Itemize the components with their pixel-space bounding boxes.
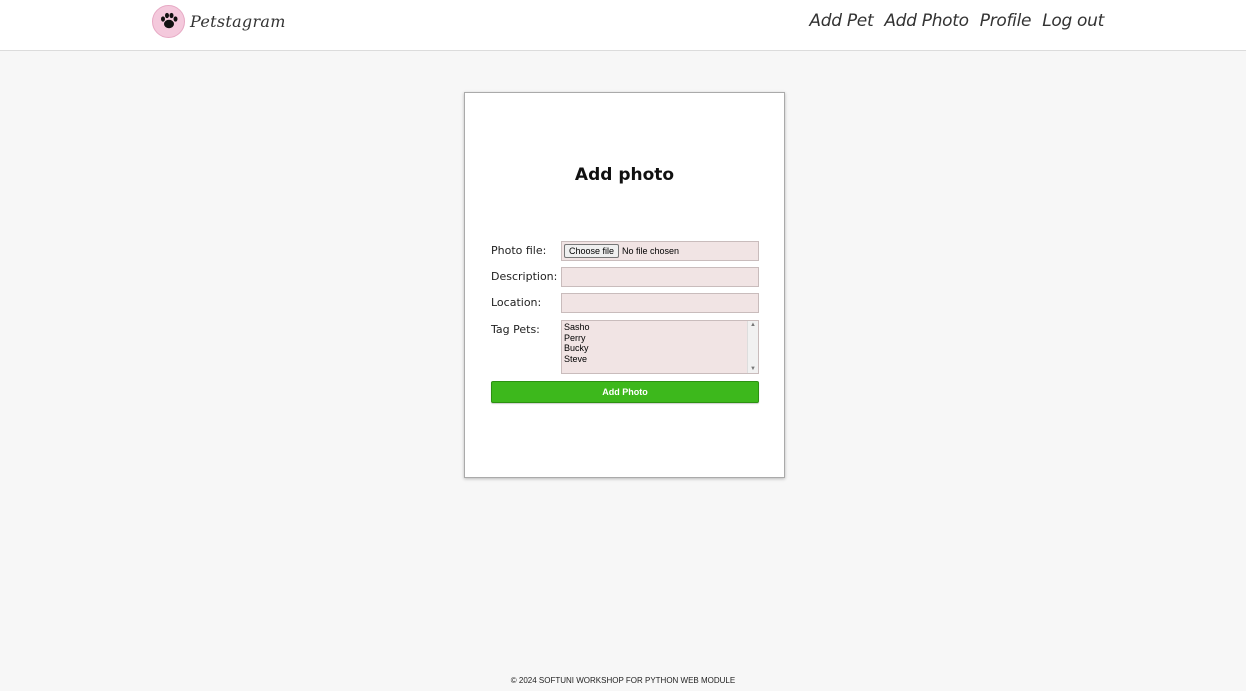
select-scrollbar[interactable]: ▲ ▼ bbox=[747, 321, 758, 373]
main-nav: Add Pet Add Photo Profile Log out bbox=[809, 11, 1104, 31]
file-status-text: No file chosen bbox=[622, 246, 680, 256]
add-photo-button[interactable]: Add Photo bbox=[491, 381, 759, 403]
pet-option[interactable]: Perry bbox=[564, 333, 756, 344]
site-header: Petstagram Add Pet Add Photo Profile Log… bbox=[0, 0, 1246, 51]
photo-file-input[interactable]: Choose file No file chosen bbox=[561, 241, 759, 261]
page-title: Add photo bbox=[574, 165, 675, 185]
nav-log-out[interactable]: Log out bbox=[1042, 11, 1104, 31]
paw-print-icon bbox=[152, 4, 185, 38]
footer-text: © 2024 SOFTUNI WORKSHOP FOR PYTHON WEB M… bbox=[510, 676, 736, 685]
scroll-down-arrow-icon[interactable]: ▼ bbox=[750, 366, 756, 372]
photo-file-row: Photo file: Choose file No file chosen bbox=[491, 241, 759, 261]
pet-option[interactable]: Steve bbox=[564, 354, 756, 365]
scroll-up-arrow-icon[interactable]: ▲ bbox=[750, 322, 756, 328]
logo-link[interactable]: Petstagram bbox=[152, 4, 286, 38]
logo-text: Petstagram bbox=[190, 11, 286, 31]
description-row: Description: bbox=[491, 267, 759, 287]
tag-pets-row: Tag Pets: Sasho Perry Bucky Steve ▲ ▼ bbox=[491, 320, 759, 374]
add-photo-card: Add photo Photo file: Choose file No fil… bbox=[464, 92, 785, 478]
pet-option[interactable]: Bucky bbox=[564, 343, 756, 354]
description-input[interactable] bbox=[561, 267, 759, 287]
choose-file-button[interactable]: Choose file bbox=[564, 244, 620, 258]
nav-profile[interactable]: Profile bbox=[980, 11, 1032, 31]
tag-pets-select[interactable]: Sasho Perry Bucky Steve ▲ ▼ bbox=[561, 320, 759, 374]
photo-file-label: Photo file: bbox=[491, 244, 547, 257]
pet-option[interactable]: Sasho bbox=[564, 322, 756, 333]
tag-pets-label: Tag Pets: bbox=[491, 323, 540, 336]
location-row: Location: bbox=[491, 293, 759, 313]
nav-add-photo[interactable]: Add Photo bbox=[884, 11, 969, 31]
location-label: Location: bbox=[491, 296, 542, 309]
description-label: Description: bbox=[491, 270, 558, 283]
nav-add-pet[interactable]: Add Pet bbox=[809, 11, 873, 31]
location-input[interactable] bbox=[561, 293, 759, 313]
